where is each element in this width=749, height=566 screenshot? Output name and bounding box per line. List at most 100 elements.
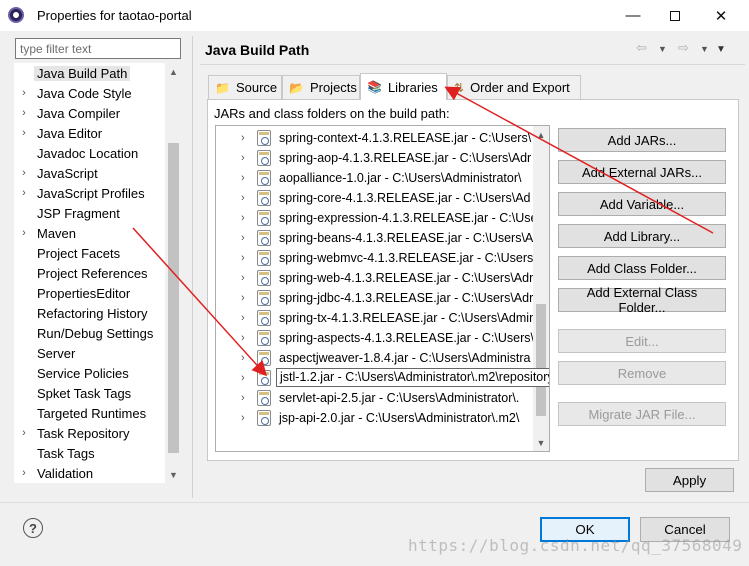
tree-item[interactable]: Project Facets (14, 243, 166, 263)
add-library-button[interactable]: Add Library... (558, 224, 726, 248)
jar-file-icon (257, 170, 271, 186)
chevron-right-icon[interactable]: › (241, 352, 245, 364)
tree-item[interactable]: PropertiesEditor (14, 283, 166, 303)
jar-list-item[interactable]: › spring-webmvc-4.1.3.RELEASE.jar - C:\Us… (216, 248, 537, 268)
jar-file-icon (257, 210, 271, 226)
chevron-right-icon[interactable]: › (241, 392, 245, 404)
tree-item[interactable]: › Java Editor (14, 123, 166, 143)
back-arrow-icon[interactable]: ⇦ (636, 40, 647, 56)
tree-item[interactable]: Spket Task Tags (14, 383, 166, 403)
jar-list-item[interactable]: › spring-jdbc-4.1.3.RELEASE.jar - C:\User… (216, 288, 534, 308)
tab-label: Projects (309, 80, 357, 95)
jar-list-item[interactable]: › jstl-1.2.jar - C:\Users\Administrator\.… (216, 368, 549, 388)
chevron-right-icon[interactable]: › (241, 152, 245, 164)
tab-projects[interactable]: 📂 Projects (282, 75, 360, 99)
tab-source[interactable]: 📁 Source (208, 75, 282, 99)
chevron-right-icon[interactable]: › (241, 272, 245, 284)
tab-label: Order and Export (470, 80, 570, 95)
pane-divider[interactable] (192, 36, 193, 498)
filter-input[interactable] (15, 38, 181, 59)
jar-list[interactable]: › spring-context-4.1.3.RELEASE.jar - C:\U… (215, 125, 550, 452)
add-external-jars-button[interactable]: Add External JARs... (558, 160, 726, 184)
chevron-right-icon[interactable]: › (14, 467, 34, 479)
chevron-right-icon[interactable]: › (14, 107, 34, 119)
tab-libraries[interactable]: 📚 Libraries (360, 73, 447, 100)
forward-arrow-icon[interactable]: ⇨ (678, 40, 689, 56)
chevron-right-icon[interactable]: › (241, 312, 245, 324)
jar-file-icon (257, 330, 271, 346)
chevron-right-icon[interactable]: › (241, 132, 245, 144)
jar-list-item[interactable]: › spring-expression-4.1.3.RELEASE.jar - C… (216, 208, 537, 228)
view-menu-icon[interactable]: ▼ (716, 44, 726, 55)
add-external-class-folder-button[interactable]: Add External Class Folder... (558, 285, 726, 315)
forward-dropdown-icon[interactable]: ▼ (700, 44, 709, 54)
tree-item[interactable]: › Java Compiler (14, 103, 166, 123)
jar-list-item[interactable]: › spring-core-4.1.3.RELEASE.jar - C:\User… (216, 188, 534, 208)
jar-list-item[interactable]: › spring-web-4.1.3.RELEASE.jar - C:\Users… (216, 268, 540, 288)
chevron-right-icon[interactable]: › (241, 252, 245, 264)
chevron-right-icon[interactable]: › (241, 332, 245, 344)
remove-button[interactable]: Remove (558, 361, 726, 385)
scroll-thumb[interactable] (536, 304, 546, 416)
tree-item[interactable]: Javadoc Location (14, 143, 166, 163)
jar-list-item[interactable]: › jsp-api-2.0.jar - C:\Users\Administrato… (216, 408, 534, 428)
edit-button[interactable]: Edit... (558, 329, 726, 353)
apply-button[interactable]: Apply (645, 468, 734, 492)
tab-order-export[interactable]: ⇅ Order and Export (447, 75, 581, 99)
tree-item[interactable]: Refactoring History (14, 303, 166, 323)
migrate-jar-button[interactable]: Migrate JAR File... (558, 402, 726, 426)
jar-list-item[interactable]: › spring-context-4.1.3.RELEASE.jar - C:\U… (216, 128, 534, 148)
scroll-thumb[interactable] (168, 143, 179, 453)
tree-item[interactable]: Java Build Path (14, 63, 166, 83)
chevron-right-icon[interactable]: › (241, 372, 245, 384)
chevron-right-icon[interactable]: › (14, 167, 34, 179)
tree-item[interactable]: › Validation (14, 463, 166, 483)
chevron-right-icon[interactable]: › (241, 192, 245, 204)
tree-item[interactable]: Targeted Runtimes (14, 403, 166, 423)
scroll-down-icon[interactable]: ▼ (533, 434, 549, 451)
scroll-up-icon[interactable]: ▲ (165, 63, 182, 80)
jar-label: spring-context-4.1.3.RELEASE.jar - C:\Us… (279, 131, 532, 145)
chevron-right-icon[interactable]: › (241, 292, 245, 304)
tree-item[interactable]: › JavaScript (14, 163, 166, 183)
jar-file-icon (257, 350, 271, 366)
scroll-up-icon[interactable]: ▲ (533, 126, 549, 143)
jar-list-item[interactable]: › spring-tx-4.1.3.RELEASE.jar - C:\Users\… (216, 308, 536, 328)
chevron-right-icon[interactable]: › (241, 412, 245, 424)
add-class-folder-button[interactable]: Add Class Folder... (558, 256, 726, 280)
tree-item[interactable]: Run/Debug Settings (14, 323, 166, 343)
chevron-right-icon[interactable]: › (241, 172, 245, 184)
jar-list-item[interactable]: › spring-aspects-4.1.3.RELEASE.jar - C:\U… (216, 328, 534, 348)
scroll-down-icon[interactable]: ▼ (165, 466, 182, 483)
chevron-right-icon[interactable]: › (14, 187, 34, 199)
tree-item[interactable]: Service Policies (14, 363, 166, 383)
jar-list-item[interactable]: › aopalliance-1.0.jar - C:\Users\Administ… (216, 168, 534, 188)
close-button[interactable]: ✕ (698, 0, 744, 31)
jar-list-item[interactable]: › spring-beans-4.1.3.RELEASE.jar - C:\Use… (216, 228, 540, 248)
jar-list-item[interactable]: › servlet-api-2.5.jar - C:\Users\Administ… (216, 388, 534, 408)
minimize-button[interactable]: — (610, 0, 656, 31)
jar-list-item[interactable]: › spring-aop-4.1.3.RELEASE.jar - C:\Users… (216, 148, 534, 168)
tree-item[interactable]: JSP Fragment (14, 203, 166, 223)
tree-item[interactable]: › Task Repository (14, 423, 166, 443)
help-icon[interactable]: ? (23, 518, 43, 538)
back-dropdown-icon[interactable]: ▼ (658, 44, 667, 54)
jar-list-item[interactable]: › aspectjweaver-1.8.4.jar - C:\Users\Admi… (216, 348, 534, 368)
tree-item[interactable]: › Java Code Style (14, 83, 166, 103)
chevron-right-icon[interactable]: › (14, 127, 34, 139)
tree-item[interactable]: Project References (14, 263, 166, 283)
chevron-right-icon[interactable]: › (14, 427, 34, 439)
jar-list-scrollbar[interactable]: ▲ ▼ (533, 126, 549, 451)
tree-scrollbar[interactable]: ▲ ▼ (165, 63, 182, 483)
chevron-right-icon[interactable]: › (241, 212, 245, 224)
tree-item[interactable]: › JavaScript Profiles (14, 183, 166, 203)
maximize-button[interactable] (652, 0, 698, 31)
tree-item[interactable]: Task Tags (14, 443, 166, 463)
chevron-right-icon[interactable]: › (241, 232, 245, 244)
chevron-right-icon[interactable]: › (14, 87, 34, 99)
tree-item[interactable]: Server (14, 343, 166, 363)
add-variable-button[interactable]: Add Variable... (558, 192, 726, 216)
tree-item[interactable]: › Maven (14, 223, 166, 243)
add-jars-button[interactable]: Add JARs... (558, 128, 726, 152)
chevron-right-icon[interactable]: › (14, 227, 34, 239)
